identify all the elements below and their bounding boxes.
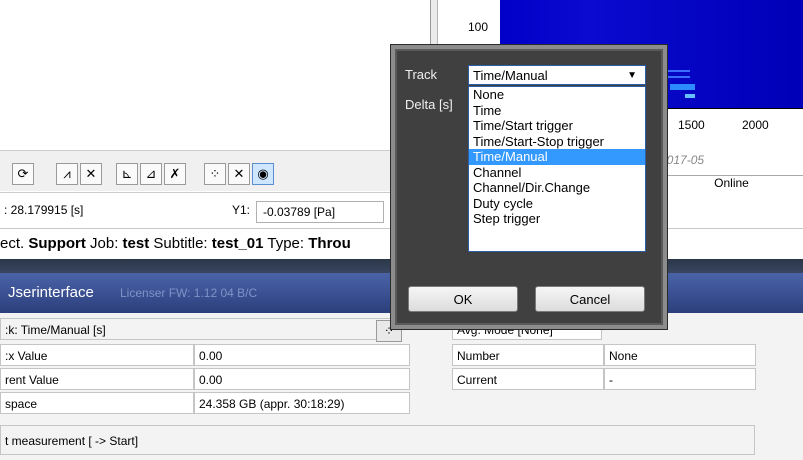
dropdown-option[interactable]: Channel/Dir.Change (469, 180, 645, 196)
value-label: :x Value (0, 344, 194, 366)
dropdown-option-selected[interactable]: Time/Manual (469, 149, 645, 165)
dropdown-option[interactable]: Time (469, 103, 645, 119)
x-tick-label: 1500 (678, 118, 705, 132)
project-prefix: ect. (0, 235, 29, 252)
subtitle-label: Subtitle: (149, 235, 212, 252)
delta-label: Delta [s] (405, 97, 453, 112)
track-dropdown-list: None Time Time/Start trigger Time/Start-… (468, 86, 646, 252)
current-value-label: rent Value (0, 368, 194, 390)
y-cursor-label: Y1: (232, 203, 251, 217)
license-info: Licenser FW: 1.12 04 B/C (120, 286, 258, 300)
current-field: - (604, 368, 756, 390)
y-tick-label: 100 (468, 20, 489, 34)
dropdown-option[interactable]: Channel (469, 165, 645, 181)
peak-icon[interactable]: ⩘ (56, 163, 78, 185)
track-label: Track (405, 67, 438, 82)
dropdown-option[interactable]: Duty cycle (469, 196, 645, 212)
number-field: None (604, 344, 756, 366)
dropdown-option[interactable]: None (469, 87, 645, 103)
chevron-down-icon: ▼ (627, 70, 637, 81)
job-name: test (122, 235, 150, 252)
x-tick-label: 2000 (742, 118, 769, 132)
y-cursor-field[interactable]: -0.03789 [Pa] (256, 201, 384, 223)
close-icon[interactable]: ✕ (228, 163, 250, 185)
type-label: Type: (263, 235, 309, 252)
track-mode-label: :k: Time/Manual [s] (0, 318, 395, 340)
space-label: space (0, 392, 194, 414)
track-select[interactable]: Time/Manual ▼ (468, 65, 646, 85)
value-field: 0.00 (194, 344, 410, 366)
plot-area[interactable] (0, 0, 431, 150)
current-value-field: 0.00 (194, 368, 410, 390)
number-label: Number (452, 344, 604, 366)
cursor-readout: : 28.179915 [s] Y1: -0.03789 [Pa] (0, 192, 430, 229)
line-graph-icon[interactable]: ⊾ (116, 163, 138, 185)
ok-button[interactable]: OK (408, 286, 518, 312)
current-label: Current (452, 368, 604, 390)
cancel-button[interactable]: Cancel (535, 286, 645, 312)
job-label: Job: (85, 235, 123, 252)
subtitle-name: test_01 (211, 235, 264, 252)
userinterface-title: Jserinterface (8, 284, 94, 301)
refresh-icon[interactable]: ⟳ (12, 163, 34, 185)
scatter-icon[interactable]: ⁘ (204, 163, 226, 185)
cross-cursor-icon[interactable]: ✕ (80, 163, 102, 185)
plot-toolbar: ⟳ ⩘ ✕ ⊾ ⊿ ✗ ⁘ ✕ ◉ (0, 150, 430, 191)
online-status-label: Online (660, 175, 803, 191)
start-measurement-button[interactable]: t measurement [ -> Start] (0, 425, 755, 455)
eye-icon[interactable]: ◉ (252, 163, 274, 185)
dropdown-option[interactable]: Time/Start-Stop trigger (469, 134, 645, 150)
area-graph-icon[interactable]: ⊿ (140, 163, 162, 185)
type-name: Throu (308, 235, 351, 252)
track-select-value: Time/Manual (473, 68, 548, 83)
dropdown-option[interactable]: Step trigger (469, 211, 645, 227)
project-name: Support (28, 235, 86, 252)
space-field: 24.358 GB (appr. 30:18:29) (194, 392, 410, 414)
delete-graph-icon[interactable]: ✗ (164, 163, 186, 185)
dropdown-option[interactable]: Time/Start trigger (469, 118, 645, 134)
